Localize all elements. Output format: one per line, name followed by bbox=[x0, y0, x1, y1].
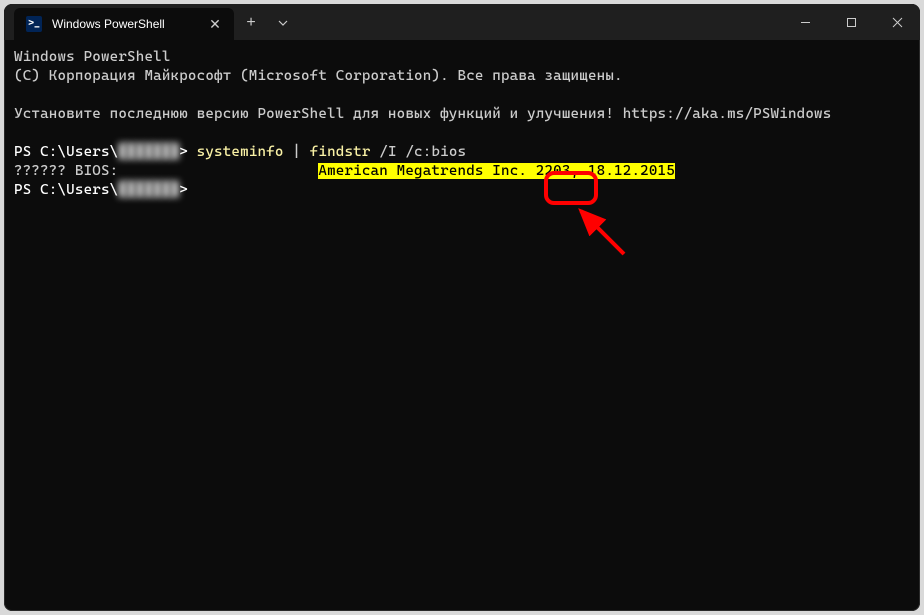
prompt2-user: ███████ bbox=[118, 182, 179, 198]
bios-version: 2203, bbox=[536, 163, 579, 179]
tab-close-button[interactable]: ✕ bbox=[206, 15, 224, 33]
terminal-output[interactable]: Windows PowerShell (C) Корпорация Майкро… bbox=[4, 40, 920, 208]
bios-gap bbox=[118, 163, 318, 179]
terminal-window: >_ Windows PowerShell ✕ + Windows PowerS… bbox=[4, 4, 920, 611]
tab-dropdown-button[interactable] bbox=[268, 6, 298, 40]
powershell-icon: >_ bbox=[26, 16, 42, 32]
bios-date: 18.12.2015 bbox=[588, 163, 675, 179]
prompt2-prefix: PS C:\Users\ bbox=[14, 182, 118, 198]
bios-label: ?????? BIOS: bbox=[14, 163, 118, 179]
ps-header-2: (C) Корпорация Майкрософт (Microsoft Cor… bbox=[14, 68, 623, 84]
bios-vendor: American Megatrends Inc. bbox=[318, 163, 535, 179]
tab-title: Windows PowerShell bbox=[52, 17, 196, 31]
ps-header-1: Windows PowerShell bbox=[14, 49, 171, 65]
cmd-systeminfo: systeminfo bbox=[197, 144, 284, 160]
tab-powershell[interactable]: >_ Windows PowerShell ✕ bbox=[14, 8, 234, 40]
titlebar[interactable]: >_ Windows PowerShell ✕ + bbox=[4, 4, 920, 40]
prompt2-suffix: > bbox=[179, 182, 196, 198]
ps-install-msg: Установите последнюю версию PowerShell д… bbox=[14, 106, 831, 122]
prompt-user: ███████ bbox=[118, 144, 179, 160]
bios-space bbox=[579, 163, 588, 179]
cmd-args: /I /c:bios bbox=[371, 144, 467, 160]
cmd-findstr: findstr bbox=[310, 144, 371, 160]
cmd-pipe: | bbox=[284, 144, 310, 160]
maximize-button[interactable] bbox=[828, 4, 874, 40]
annotation-arrow bbox=[569, 199, 639, 269]
prompt-prefix: PS C:\Users\ bbox=[14, 144, 118, 160]
minimize-button[interactable] bbox=[782, 4, 828, 40]
new-tab-button[interactable]: + bbox=[234, 6, 268, 40]
prompt-suffix: > bbox=[179, 144, 196, 160]
close-window-button[interactable] bbox=[874, 4, 920, 40]
